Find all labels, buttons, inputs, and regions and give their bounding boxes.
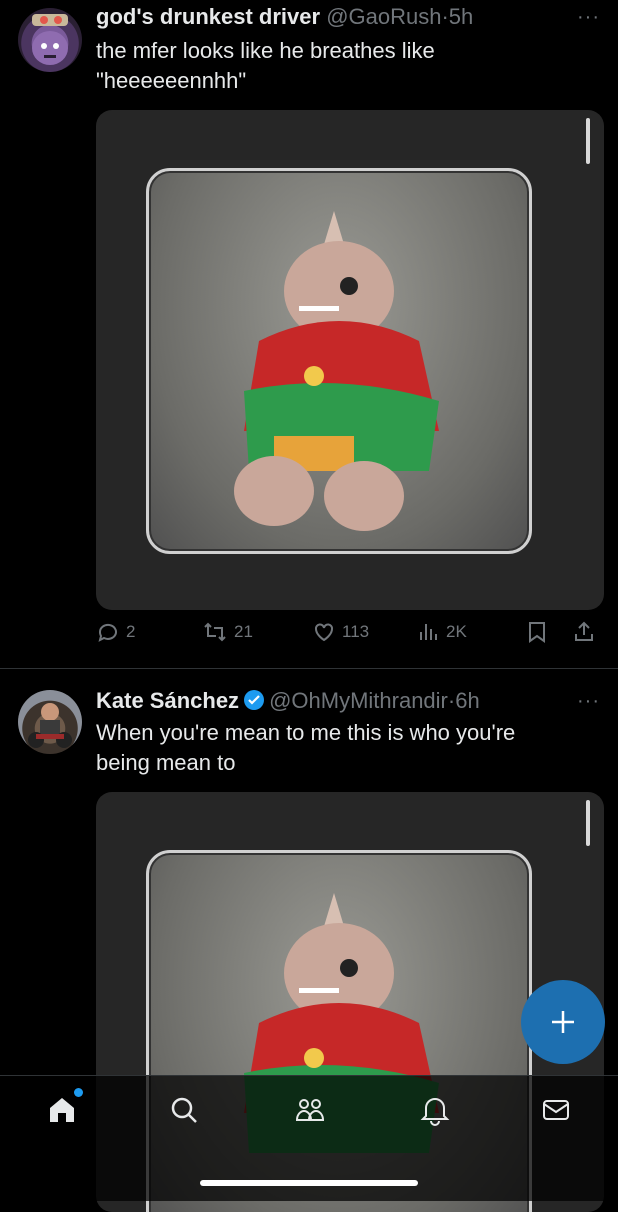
display-name[interactable]: Kate Sánchez	[96, 688, 239, 713]
creature-figure	[234, 211, 439, 531]
user-handle[interactable]: @OhMyMithrandir	[269, 688, 448, 713]
nav-communities[interactable]	[293, 1094, 327, 1131]
separator-dot: ·	[441, 4, 449, 29]
like-count: 113	[342, 622, 370, 641]
item-icon-image	[146, 168, 532, 554]
bookmark-button[interactable]	[526, 620, 548, 644]
media-scroll-indicator	[586, 118, 590, 164]
display-name[interactable]: god's drunkest driver	[96, 4, 320, 29]
search-icon	[171, 1097, 197, 1123]
tweet-text: When you're mean to me this is who you'r…	[96, 718, 596, 778]
tweet-header: Kate Sánchez @OhMyMithrandir·6h	[96, 688, 480, 717]
share-button[interactable]	[572, 620, 596, 644]
tweet-media[interactable]	[96, 110, 604, 610]
views-count: 2K	[446, 622, 467, 641]
views-button[interactable]: 2K	[416, 620, 467, 644]
share-icon	[575, 621, 593, 641]
new-content-dot	[74, 1088, 83, 1097]
avatar-image	[28, 703, 72, 748]
tweet-text-line: being mean to	[96, 750, 236, 775]
nav-home[interactable]	[46, 1088, 83, 1131]
nav-search[interactable]	[168, 1094, 200, 1131]
reply-button[interactable]: 2	[96, 620, 135, 644]
avatar[interactable]	[18, 8, 82, 72]
repost-icon	[204, 622, 226, 642]
bookmark-icon	[529, 622, 545, 643]
communities-icon	[295, 1099, 325, 1121]
tweet-actions: 2 21 113 2K	[96, 620, 606, 656]
heart-icon	[315, 623, 333, 642]
analytics-icon	[420, 624, 437, 640]
home-icon	[50, 1098, 74, 1122]
repost-count: 21	[234, 622, 253, 641]
timestamp[interactable]: 5h	[449, 4, 473, 29]
messages-icon	[543, 1100, 569, 1120]
tweet-text-line: When you're mean to me this is who you'r…	[96, 720, 516, 745]
tweet-header: god's drunkest driver @GaoRush·5h	[96, 4, 473, 30]
reply-count: 2	[126, 622, 136, 641]
user-handle[interactable]: @GaoRush	[326, 4, 441, 29]
nav-messages[interactable]	[540, 1094, 572, 1131]
home-indicator[interactable]	[200, 1180, 418, 1186]
reply-icon	[98, 623, 117, 642]
tweet-1[interactable]: god's drunkest driver @GaoRush·5h ··· th…	[0, 0, 618, 668]
plus-icon	[552, 1011, 574, 1033]
tweet-text-line: "heeeeeennhh"	[96, 68, 247, 93]
media-scroll-indicator	[586, 800, 590, 846]
tweet-text-line: the mfer looks like he breathes like	[96, 38, 435, 63]
like-button[interactable]: 113	[312, 620, 369, 644]
more-options-icon[interactable]: ···	[577, 690, 600, 713]
tweet-divider	[0, 668, 618, 669]
nav-notifications[interactable]	[420, 1094, 450, 1131]
avatar[interactable]	[18, 690, 82, 754]
notifications-icon	[420, 1098, 450, 1126]
more-options-icon[interactable]: ···	[577, 6, 600, 29]
verified-badge-icon	[243, 689, 265, 717]
repost-button[interactable]: 21	[202, 620, 253, 644]
compose-post-button[interactable]	[521, 980, 605, 1064]
timestamp[interactable]: 6h	[455, 688, 479, 713]
tweet-text: the mfer looks like he breathes like "he…	[96, 36, 596, 96]
avatar-image	[32, 14, 68, 65]
